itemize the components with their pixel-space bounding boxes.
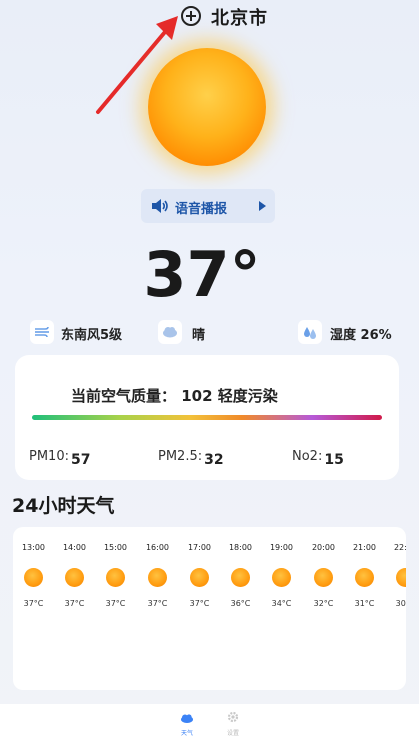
tab-weather-label: 天气 [180, 730, 193, 736]
hourly-item: 21:00 31°C [344, 527, 385, 627]
hour-time: 16:00 [145, 543, 170, 552]
hour-temp: 37°C [189, 599, 210, 608]
sun-icon [24, 568, 43, 587]
weather-text: 晴 [192, 328, 206, 343]
air-quality-title: 当前空气质量： 102 轻度污染 [71, 387, 278, 405]
sun-icon [148, 48, 266, 166]
no2-label: No2: [292, 449, 323, 464]
pm10-label: PM10: [29, 449, 69, 464]
air-quality-card: 当前空气质量： 102 轻度污染 PM10: 57 PM2.5: 32 No2: 15 [15, 355, 399, 480]
hourly-item: 20:00 32°C [303, 527, 344, 627]
humidity-icon [298, 320, 322, 344]
cloud-icon [181, 714, 193, 723]
weather-info-row: 东南风5级 晴 湿度 26% [0, 318, 419, 346]
hourly-item: 15:00 37°C [95, 527, 136, 627]
hour-time: 18:00 [228, 543, 253, 552]
pm10-item: PM10: 57 [29, 448, 90, 468]
current-temperature: 37° [143, 238, 261, 311]
hourly-item: 19:00 34°C [261, 527, 302, 627]
hour-time: 22:00 [393, 543, 406, 552]
voice-broadcast-button[interactable]: 语音播报 [141, 189, 275, 223]
humidity-text: 湿度 26% [330, 328, 392, 343]
hourly-item: 16:00 37°C [137, 527, 178, 627]
sun-icon [65, 568, 84, 587]
hour-temp: 30°C [395, 599, 406, 608]
sun-icon [106, 568, 125, 587]
hourly-item: 13:00 37°C [13, 527, 54, 627]
voice-broadcast-label: 语音播报 [175, 202, 228, 217]
sun-icon [148, 568, 167, 587]
pm25-value: 32 [204, 452, 224, 468]
header: 北京市 [0, 4, 419, 30]
hour-temp: 37°C [64, 599, 85, 608]
hour-temp: 34°C [271, 599, 292, 608]
no2-item: No2: 15 [292, 448, 344, 468]
tab-settings-label: 设置 [226, 730, 239, 736]
wind-text: 东南风5级 [61, 328, 123, 343]
hour-time: 14:00 [62, 543, 87, 552]
sun-icon [314, 568, 333, 587]
tab-settings[interactable]: 设置 [213, 708, 253, 736]
hourly-item: 14:00 37°C [54, 527, 95, 627]
no2-value: 15 [324, 452, 344, 468]
pm25-item: PM2.5: 32 [158, 448, 224, 468]
city-name[interactable]: 北京市 [211, 4, 268, 30]
hour-time: 19:00 [269, 543, 294, 552]
tab-weather[interactable]: 天气 [167, 708, 207, 736]
sun-icon [396, 568, 406, 587]
hour-temp: 32°C [313, 599, 334, 608]
wind-icon [30, 320, 54, 344]
hour-time: 15:00 [103, 543, 128, 552]
speaker-icon [152, 199, 168, 213]
hourly-section-title: 24小时天气 [12, 495, 115, 517]
play-icon [259, 201, 266, 211]
gear-icon [227, 711, 239, 723]
hour-time: 21:00 [352, 543, 377, 552]
pm25-label: PM2.5: [158, 449, 203, 464]
hour-temp: 31°C [354, 599, 375, 608]
hourly-forecast-panel[interactable]: 13:00 37°C 14:00 37°C 15:00 37°C 16:00 3… [13, 527, 406, 690]
sun-icon [231, 568, 250, 587]
sun-icon [355, 568, 374, 587]
hour-temp: 37°C [23, 599, 44, 608]
sun-icon [190, 568, 209, 587]
hour-temp: 37°C [147, 599, 168, 608]
hour-time: 13:00 [21, 543, 46, 552]
pm10-value: 57 [70, 452, 91, 468]
air-quality-gradient-bar [32, 415, 382, 420]
hourly-item: 22:00 30°C [385, 527, 406, 627]
bottom-tab-bar: 天气 设置 [0, 704, 419, 736]
cloud-icon [158, 320, 182, 344]
sun-icon [272, 568, 291, 587]
hour-temp: 37°C [105, 599, 126, 608]
hourly-item: 17:00 37°C [179, 527, 220, 627]
hour-temp: 36°C [230, 599, 251, 608]
hourly-item: 18:00 36°C [220, 527, 261, 627]
hour-time: 20:00 [311, 543, 336, 552]
hour-time: 17:00 [187, 543, 212, 552]
